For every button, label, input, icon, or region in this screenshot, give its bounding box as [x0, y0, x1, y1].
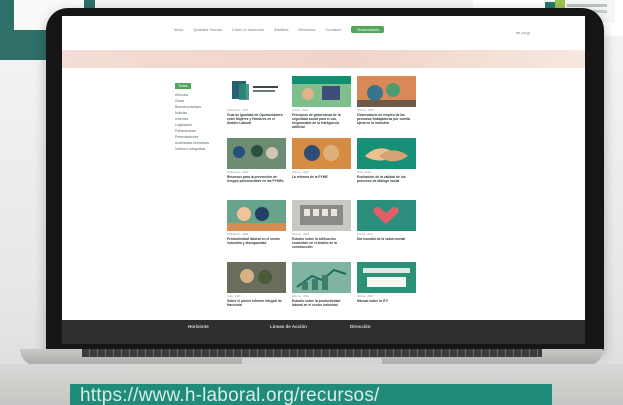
nav-item-recursos[interactable]: Recursos	[299, 26, 316, 33]
resource-thumbnail	[357, 200, 416, 231]
resource-card[interactable]: Guía · 2023 Sobre el primer informe inte…	[227, 262, 286, 307]
resource-card[interactable]: Publicación · 2023 Guía de Igualdad de O…	[227, 76, 286, 125]
nav-item-ambitos[interactable]: Ámbitos	[274, 26, 288, 33]
resource-meta: Noticia · 2023	[357, 295, 374, 298]
resource-meta: Publicación · 2023	[227, 233, 249, 236]
resource-thumbnail	[227, 138, 286, 169]
hero-banner	[62, 50, 585, 68]
resource-title[interactable]: Recursos para la prevención de riesgos p…	[227, 175, 286, 183]
nav-item-quienes-somos[interactable]: Quiénes Somos	[193, 26, 221, 33]
laptop-keyboard	[82, 349, 542, 357]
resource-thumbnail	[227, 200, 286, 231]
site-footer: Horizonte Líneas de Acción Dirección	[62, 320, 585, 344]
resource-title[interactable]: Estudio sobre la edificación sostenible …	[292, 237, 351, 249]
resource-card[interactable]: Noticia · 2023 Principios de gobernanza …	[292, 76, 351, 129]
resource-meta: Informe · 2023	[292, 233, 309, 236]
resource-card[interactable]: Publicación · 2023 Recursos para la prev…	[227, 138, 286, 183]
resource-card[interactable]: Informe · 2023 La reforma de la PYME	[292, 138, 351, 179]
resource-card[interactable]: Guía · 2023 Evaluación de la calidad de …	[357, 138, 416, 183]
resource-title[interactable]: Evaluación de la calidad de los procesos…	[357, 175, 416, 183]
category-item[interactable]: Vídeos e infografías	[175, 146, 227, 152]
resource-title[interactable]: Manual sobre la ITV	[357, 299, 416, 303]
resource-card[interactable]: Informe · 2023 Estudio sobre la edificac…	[292, 200, 351, 249]
nav-item-observatorio[interactable]: Observatorio	[351, 26, 385, 33]
resource-meta: Noticia · 2023	[292, 109, 309, 112]
resource-card[interactable]: Publicación · 2023 Productividad laboral…	[227, 200, 286, 245]
resource-thumbnail	[357, 138, 416, 169]
category-active[interactable]: Todos	[175, 83, 191, 89]
resource-thumbnail	[227, 76, 286, 107]
resource-card[interactable]: Informe · 2023 Estudio sobre la producti…	[292, 262, 351, 307]
footer-col-lineas-accion: Líneas de Acción	[270, 324, 307, 329]
footer-col-horizonte: Horizonte	[188, 324, 209, 329]
resource-card[interactable]: Noticia · 2023 Manual sobre la ITV	[357, 262, 416, 303]
resource-meta: Informe · 2023	[292, 295, 309, 298]
website-screen: Inicio Quiénes Somos Cómo lo hacemos Ámb…	[62, 16, 585, 344]
resource-meta: Guía · 2023	[357, 171, 371, 174]
nav-item-como-lo-hacemos[interactable]: Cómo lo hacemos	[232, 26, 264, 33]
top-navigation: Inicio Quiénes Somos Cómo lo hacemos Ámb…	[62, 16, 585, 50]
resource-thumbnail	[357, 262, 416, 293]
logo-text	[567, 4, 607, 7]
resource-thumbnail	[292, 138, 351, 169]
language-switch[interactable]: es ca gl	[516, 30, 530, 35]
category-sidebar: Todos Artículos Guías Buenas prácticas N…	[175, 74, 227, 152]
scene: Inicio Quiénes Somos Cómo lo hacemos Ámb…	[0, 0, 623, 405]
resource-meta: Publicación · 2023	[227, 109, 249, 112]
resource-thumbnail	[357, 76, 416, 107]
resource-meta: Guía · 2023	[227, 295, 241, 298]
resources-section: Todos Artículos Guías Buenas prácticas N…	[62, 68, 585, 334]
resource-meta: Informe · 2023	[292, 171, 309, 174]
resource-title[interactable]: Sobre el primer informe integral de Haci…	[227, 299, 286, 307]
resource-title[interactable]: Estudio sobre la productividad laboral e…	[292, 299, 351, 307]
resource-thumbnail	[292, 200, 351, 231]
footer-col-direccion: Dirección	[350, 324, 371, 329]
nav-item-contacto[interactable]: Contacto	[325, 26, 341, 33]
resource-thumbnail	[292, 76, 351, 107]
resource-card[interactable]: Informe · 2023 Observatorio de empleo de…	[357, 76, 416, 125]
resource-title[interactable]: Día mundial de la salud mental	[357, 237, 416, 241]
url-text: https://www.h-laboral.org/recursos/	[80, 385, 380, 405]
resource-thumbnail	[292, 262, 351, 293]
nav-item-inicio[interactable]: Inicio	[174, 26, 183, 33]
resource-thumbnail	[227, 262, 286, 293]
resource-title[interactable]: Productividad laboral en el sector indus…	[227, 237, 286, 245]
resource-meta: Informe · 2023	[357, 109, 374, 112]
resource-title[interactable]: La reforma de la PYME	[292, 175, 351, 179]
resource-title[interactable]: Principios de gobernanza de la seguridad…	[292, 113, 351, 129]
resource-card[interactable]: Noticia · 2023 Día mundial de la salud m…	[357, 200, 416, 241]
nav-links: Inicio Quiénes Somos Cómo lo hacemos Ámb…	[174, 26, 385, 33]
resource-title[interactable]: Observatorio de empleo de las personas t…	[357, 113, 416, 125]
resource-meta: Noticia · 2023	[357, 233, 374, 236]
resource-meta: Publicación · 2023	[227, 171, 249, 174]
resource-title[interactable]: Guía de Igualdad de Oportunidades entre …	[227, 113, 286, 125]
url-banner: https://www.h-laboral.org/recursos/	[70, 384, 552, 405]
